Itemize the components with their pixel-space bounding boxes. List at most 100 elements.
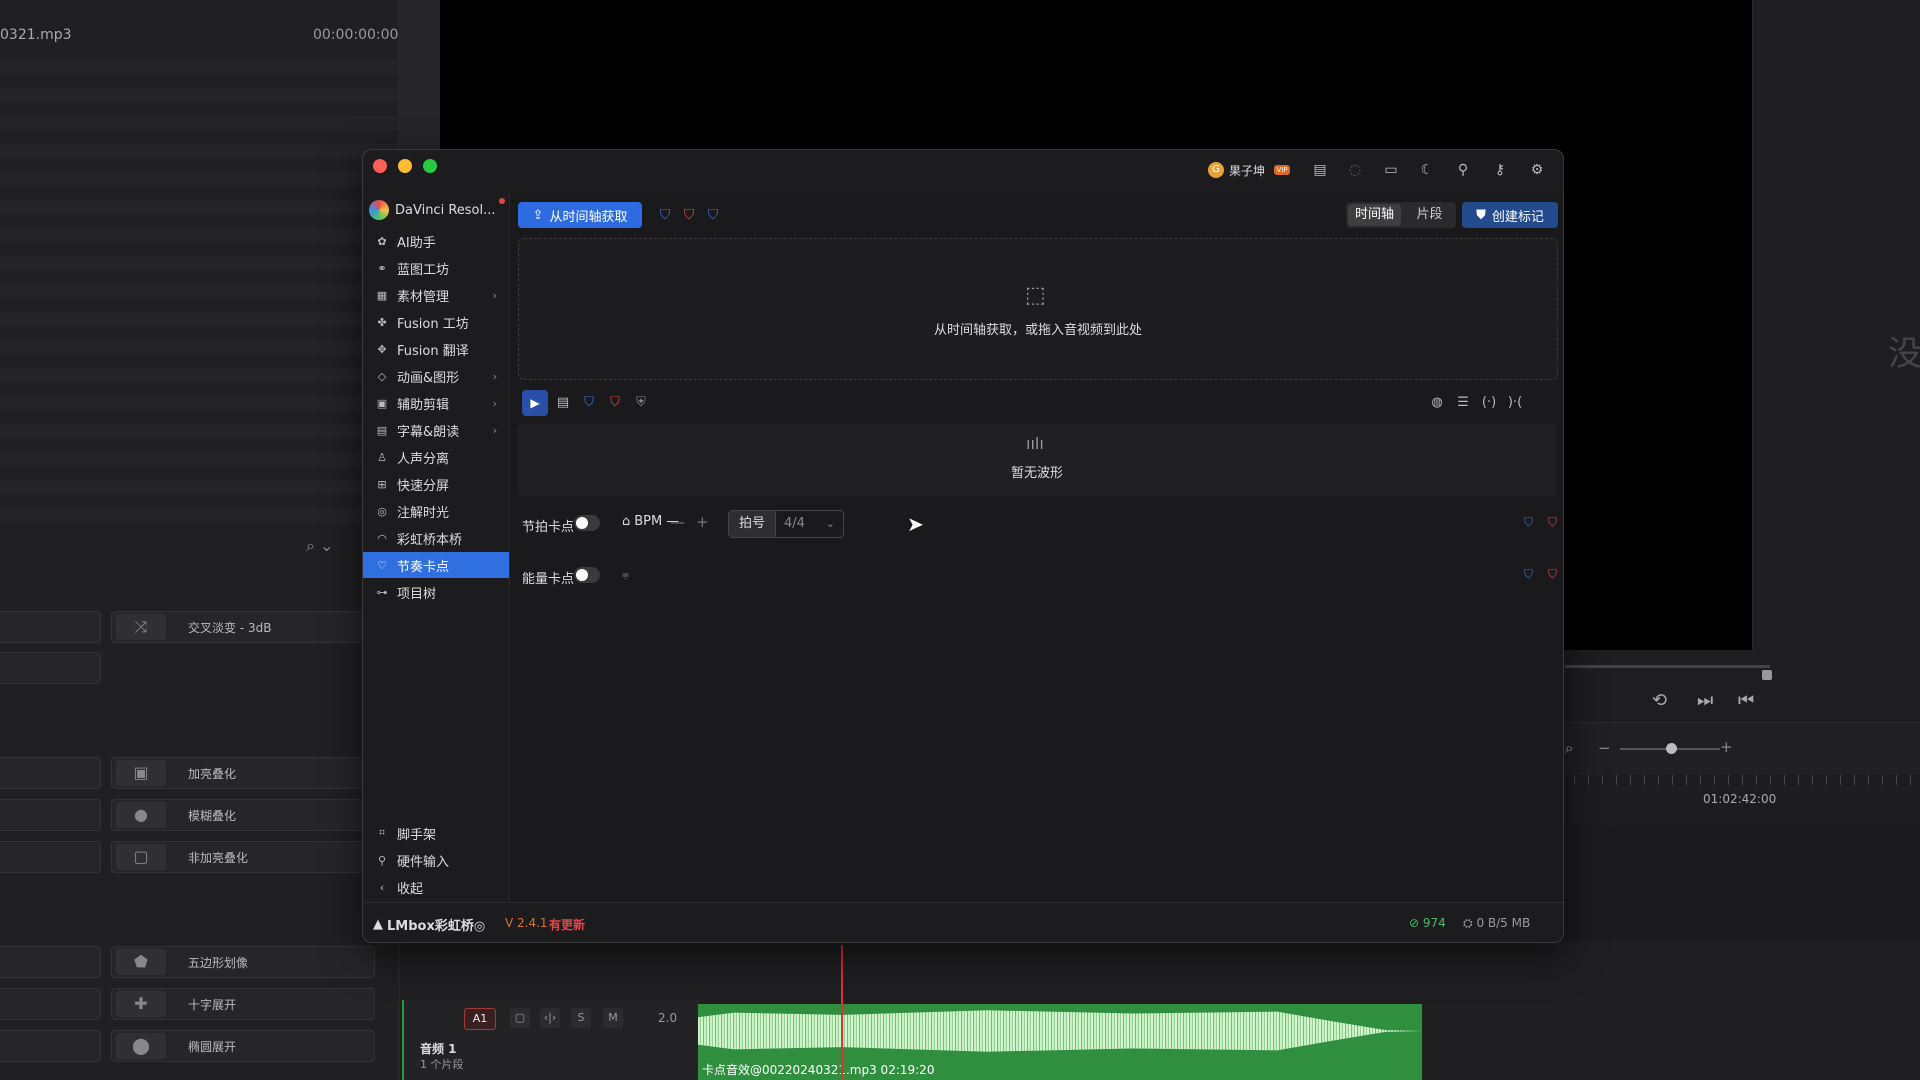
sidebar-item-edit-assist[interactable]: ▣ 辅助剪辑 › [363,390,509,416]
sidebar-item-fusion-workshop[interactable]: ✤ Fusion 工坊 [363,309,509,335]
marker-group-red-icon[interactable]: ⛉ [602,390,628,416]
waveform-area[interactable]: ıılı 暂无波形 [518,424,1556,496]
zoom-search-icon[interactable]: ⌕ [1565,739,1573,757]
moon-icon[interactable]: ☾ [1417,160,1437,180]
effect-slot[interactable] [0,799,101,831]
effect-slot[interactable] [0,1030,101,1062]
calendar-icon[interactable]: ▤ [550,390,576,416]
window-minimize-button[interactable] [398,159,412,173]
sidebar-item-vocal-separation[interactable]: ♙ 人声分离 [363,444,509,470]
viewer-scrubber[interactable] [1565,665,1770,668]
marker-red-icon[interactable]: ⛉ [680,205,698,225]
effect-item[interactable]: ▢ 非加亮叠化 [111,841,375,873]
check-icon: ⊘ [1409,916,1420,930]
track-mute-button[interactable]: M [603,1008,623,1028]
track-tag[interactable]: A1 [464,1008,496,1030]
sidebar-item-ai-assistant[interactable]: ✿ AI助手 [363,228,509,254]
track-auto-select-icon[interactable]: ‹|› [540,1008,560,1028]
sidebar-item-beat-sync[interactable]: ♡ 节奏卡点 [363,552,509,578]
effect-item[interactable]: ▣ 加亮叠化 [111,757,375,789]
sidebar-item-subtitles-tts[interactable]: ▤ 字幕&朗读 › [363,417,509,443]
zoom-slider-handle[interactable] [1666,743,1677,754]
sidebar-item-scaffold[interactable]: ⌗ 脚手架 [363,820,509,846]
waveform-settings-icon[interactable]: ◍ [1424,390,1450,416]
media-drop-zone[interactable]: ⬚ 从时间轴获取，或拖入音视频到此处 [518,238,1558,380]
sidebar-collapse[interactable]: ‹ 收起 [363,874,509,900]
calendar-icon[interactable]: ▤ [1310,160,1330,180]
effect-slot[interactable] [0,757,101,789]
prev-frame-icon[interactable]: ⏮ [1738,690,1754,711]
app-selector[interactable]: DaVinci Resol... [369,200,496,220]
gear-icon[interactable]: ⚙ [1527,160,1547,180]
effect-item[interactable]: ⤨ 交叉淡变 - 3dB [111,611,375,643]
track-lock-icon[interactable]: ▢ [510,1008,530,1028]
fetch-from-timeline-button[interactable]: ⇪ 从时间轴获取 [518,202,642,228]
update-link[interactable]: 有更新 [549,916,585,933]
beat-marker-blue-icon[interactable]: ⛉ [1524,515,1533,530]
effect-label: 交叉淡变 - 3dB [188,621,272,635]
meter-select[interactable]: 拍号 4/4 ⌄ [728,510,844,538]
zoom-out-icon[interactable]: − [1598,739,1611,757]
edit-assist-icon: ▣ [376,396,388,410]
marker-icon: ⛊ [1476,207,1486,223]
sidebar-item-blueprint[interactable]: ⚭ 蓝图工坊 [363,255,509,281]
sidebar-item-fusion-translate[interactable]: ✥ Fusion 翻译 [363,336,509,362]
sidebar-item-label: Fusion 翻译 [397,343,469,359]
collapse-icon[interactable]: )·( [1502,390,1528,416]
create-marker-button[interactable]: ⛊ 创建标记 [1462,202,1558,228]
sidebar-item-split-screen[interactable]: ⊞ 快速分屏 [363,471,509,497]
effect-item[interactable]: ⬤ 椭圆展开 [111,1030,375,1062]
scrubber-handle[interactable] [1762,670,1772,680]
pin-icon[interactable]: ⚲ [1453,160,1473,180]
track-solo-button[interactable]: S [571,1008,591,1028]
marker-group-blue-icon[interactable]: ⛉ [576,390,602,416]
seg-clip[interactable]: 片段 [1403,202,1456,228]
lightbulb-icon[interactable]: ◌ [1345,160,1365,180]
key-icon[interactable]: ⚷ [1490,160,1510,180]
media-file-name[interactable]: 0321.mp3 [0,27,72,43]
beat-marker-red-icon[interactable]: ⛉ [1548,515,1557,530]
energy-sync-toggle[interactable] [574,567,600,583]
sidebar-item-annotations[interactable]: ◎ 注解时光 [363,498,509,524]
effect-slot[interactable] [0,988,101,1020]
bpm-increase-button[interactable]: + [696,513,709,531]
effects-search-icon[interactable]: ⌕ ⌄ [306,536,333,556]
sidebar-item-hardware-input[interactable]: ⚲ 硬件输入 [363,847,509,873]
effect-slot[interactable] [0,652,101,684]
split-icon[interactable]: ☰ [1450,390,1476,416]
expand-icon[interactable]: (·) [1476,390,1502,416]
next-frame-icon[interactable]: ⏭ [1697,690,1713,711]
zoom-in-icon[interactable]: + [1720,738,1733,756]
user-account[interactable]: G 果子坤 VIP [1208,161,1291,179]
play-button[interactable]: ▶ [522,390,548,416]
seg-timeline[interactable]: 时间轴 [1348,204,1401,226]
brand[interactable]: ▲ LMbox彩虹桥◎ [373,915,485,934]
energy-marker-blue-icon[interactable]: ⛉ [1524,567,1533,582]
sidebar-item-project-tree[interactable]: ⊶ 项目树 [363,579,509,605]
energy-marker-red-icon[interactable]: ⛉ [1548,567,1557,582]
usage-count-value: 974 [1422,916,1446,930]
effect-item[interactable]: ⬟ 五边形划像 [111,946,375,978]
message-icon[interactable]: ▭ [1381,160,1401,180]
effect-slot[interactable] [0,611,101,643]
effect-slot[interactable] [0,946,101,978]
sidebar-item-rainbow-bridge[interactable]: ◠ 彩虹桥本桥 [363,525,509,551]
window-close-button[interactable] [373,159,387,173]
shield-icon[interactable]: ⛨ [628,390,654,416]
bpm-decrease-button[interactable]: — [670,513,685,531]
marker-blue-icon[interactable]: ⛉ [656,205,674,225]
effect-label: 椭圆展开 [188,1040,237,1054]
loop-icon[interactable]: ⟲ [1652,690,1667,711]
playhead[interactable] [841,945,843,1080]
energy-chart-icon[interactable]: ⩦ [622,567,629,582]
marker-add-icon[interactable]: ⛉ [704,205,722,225]
meter-value[interactable]: 4/4 ⌄ [776,511,843,537]
beat-sync-toggle[interactable] [574,515,600,531]
sidebar-item-media-management[interactable]: ▦ 素材管理 › [363,282,509,308]
effect-slot[interactable] [0,841,101,873]
additive-dissolve-icon: ▣ [116,760,166,786]
effect-item[interactable]: ✚ 十字展开 [111,988,375,1020]
window-zoom-button[interactable] [423,159,437,173]
sidebar-item-animation-graphics[interactable]: ◇ 动画&图形 › [363,363,509,389]
effect-item[interactable]: ● 模糊叠化 [111,799,375,831]
